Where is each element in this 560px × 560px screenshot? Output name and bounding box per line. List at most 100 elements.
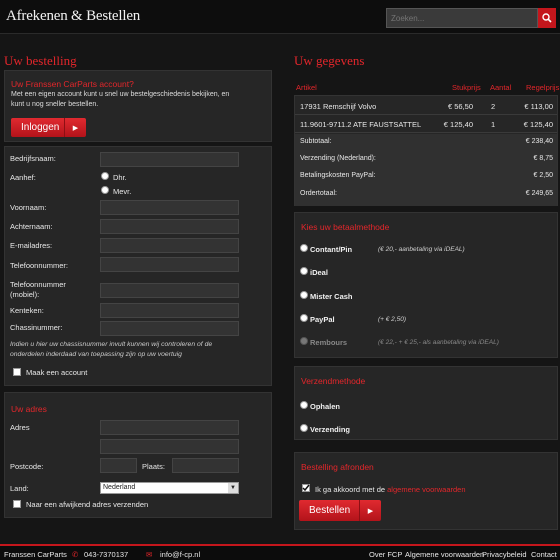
email-input[interactable] [100,238,239,253]
order-heading: Uw bestelling [4,53,77,68]
country-select[interactable]: Nederland ▼ [100,482,239,494]
chassis-label: Chassinummer: [10,323,63,332]
account-text-2: kunt u nog sneller bestellen. [11,101,99,108]
city-input[interactable] [172,458,239,473]
alt-address-checkbox[interactable] [13,500,21,508]
table-header: Artikel Stukprijs Aantal Regelprijs [294,80,560,94]
payment-panel: Kies uw betaalmethode [294,212,558,358]
subtotal-label: Subtotaal: [300,138,332,145]
shipping-delivery-radio[interactable] [300,424,308,432]
address-label: Adres [10,423,30,432]
plate-input[interactable] [100,303,239,318]
mobile-input[interactable] [100,283,239,298]
address-title: Uw adres [11,404,47,414]
payment-cost-label: Betalingskosten PayPal: [300,172,376,179]
row-total: € 125,40 [523,120,553,129]
payment-paypal-note: (+ € 2,50) [378,316,407,323]
col-total: Regelprijs [526,83,560,92]
payment-title: Kies uw betaalmethode [301,222,390,232]
payment-mistercash-radio[interactable] [300,291,308,299]
create-account-label: Maak een account [26,368,88,377]
payment-cash-radio[interactable] [300,244,308,252]
shipping-cost-label: Verzending (Nederland): [300,155,376,162]
row-qty: 2 [491,102,496,111]
footer-link-terms[interactable]: Algemene voorwaarden [405,550,484,559]
phone-input[interactable] [100,257,239,272]
account-title: Uw Franssen CarParts account? [11,79,134,89]
footer-link-contact[interactable]: Contact [531,550,557,559]
shipping-delivery-label: Verzending [310,425,351,434]
lastname-input[interactable] [100,219,239,234]
footer-link-privacy[interactable]: Privacybeleid [482,550,527,559]
arrow-right-icon: ▶ [359,500,381,521]
footer-brand: Franssen CarParts [4,550,67,559]
chassis-input[interactable] [100,321,239,336]
chassis-note-2: onderdelen inderdaad van toepassing zijn… [10,351,182,358]
firstname-label: Voornaam: [10,203,47,212]
payment-rembours-note: (€ 22,- + € 25,- als aanbetaling via iDE… [378,339,499,346]
address-input-2[interactable] [100,439,239,454]
order-button[interactable]: Bestellen ▶ [299,500,381,521]
salutation-sir-label: Dhr. [113,173,127,182]
row-price: € 56,50 [447,102,473,111]
lastname-label: Achternaam: [10,222,53,231]
payment-cash-note: (€ 20,- aanbetaling via iDEAL) [378,246,465,253]
salutation-madam-radio[interactable] [101,186,109,194]
table-row: 17931 Remschijf Volvo € 56,50 2 € 113,00 [295,96,557,115]
payment-rembours-radio[interactable] [300,337,308,345]
alt-address-label: Naar een afwijkend adres verzenden [26,500,149,509]
payment-paypal-label: PayPal [310,315,335,324]
details-heading: Uw gegevens [294,53,365,68]
top-bar: Afrekenen & Bestellen [0,0,560,34]
terms-checkbox[interactable] [302,484,310,492]
country-value: Nederland [103,484,136,491]
postcode-input[interactable] [100,458,137,473]
company-input[interactable] [100,152,239,167]
terms-prefix: Ik ga akkoord met de [315,485,386,494]
payment-ideal-label: iDeal [310,268,328,277]
footer: Franssen CarParts ✆ 043-7370137 ✉ info@f… [0,544,560,560]
login-button[interactable]: Inloggen ▶ [11,118,86,137]
page-title: Afrekenen & Bestellen [6,8,141,24]
row-article: 11.9601-9711.2 ATE FAUSTSATTEL [300,120,422,129]
plate-label: Kenteken: [10,306,44,315]
table-row: 11.9601-9711.2 ATE FAUSTSATTEL € 125,40 … [295,115,557,133]
email-label: E-mailadres: [10,241,53,250]
phone-label: Telefoonnummer: [10,261,68,270]
search-button[interactable] [538,8,556,28]
footer-email[interactable]: info@f-cp.nl [160,550,200,559]
footer-phone: 043-7370137 [84,550,129,559]
salutation-label: Aanhef: [10,173,36,182]
payment-mistercash-label: Mister Cash [310,292,353,301]
payment-ideal-radio[interactable] [300,267,308,275]
login-label: Inloggen [21,122,60,133]
row-price: € 125,40 [443,120,473,129]
shipping-pickup-radio[interactable] [300,401,308,409]
chevron-down-icon: ▼ [228,483,238,493]
order-total-value: € 249,65 [525,190,553,197]
check-icon [302,484,310,492]
search-icon [542,13,552,23]
footer-link-about[interactable]: Over FCP [369,550,402,559]
subtotal-value: € 238,40 [525,138,553,145]
search-box[interactable] [386,8,538,28]
col-article: Artikel [296,83,317,92]
row-article: 17931 Remschijf Volvo [300,102,377,111]
payment-paypal-radio[interactable] [300,314,308,322]
firstname-input[interactable] [100,200,239,215]
arrow-right-icon: ▶ [64,118,86,137]
terms-link[interactable]: algemene voorwaarden [387,485,465,494]
city-label: Plaats: [142,462,165,471]
payment-cash-label: Contant/Pin [310,245,353,254]
finish-title: Bestelling afronden [301,462,374,472]
col-qty: Aantal [490,83,512,92]
address-input-1[interactable] [100,420,239,435]
order-total-label: Ordertotaal: [300,190,337,197]
order-label: Bestellen [309,505,351,516]
search-input[interactable] [387,9,517,27]
salutation-sir-radio[interactable] [101,172,109,180]
postcode-label: Postcode: [10,462,44,471]
shipping-cost-value: € 8,75 [533,155,553,162]
chassis-note-1: Indien u hier uw chassisnummer invult ku… [10,341,213,348]
create-account-checkbox[interactable] [13,368,21,376]
